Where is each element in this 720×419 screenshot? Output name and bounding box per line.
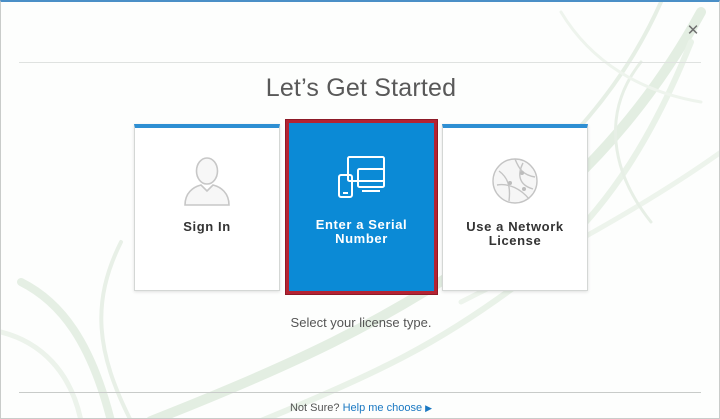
user-silhouette-icon — [184, 157, 230, 206]
license-dialog: ✕ Let’s Get Started Sign In Enter a Seri… — [0, 0, 720, 419]
sign-in-label: Sign In — [183, 219, 231, 234]
network-license-card[interactable]: Use a Network License — [442, 124, 588, 291]
triangle-right-icon[interactable]: ▶ — [425, 403, 432, 414]
sign-in-card[interactable]: Sign In — [134, 124, 280, 291]
footer: Not Sure? Help me choose ▶ — [1, 402, 719, 414]
help-me-choose-link[interactable]: Help me choose — [343, 402, 423, 414]
license-type-prompt: Select your license type. — [290, 315, 432, 330]
bottom-divider — [19, 392, 701, 393]
dialog-title: Let’s Get Started — [265, 74, 457, 102]
not-sure-text: Not Sure? — [289, 402, 340, 414]
close-button[interactable]: ✕ — [685, 22, 701, 38]
serial-number-label: Enter a Serial Number — [315, 217, 408, 246]
network-license-label: Use a Network License — [466, 219, 564, 248]
close-icon: ✕ — [686, 21, 700, 39]
network-globe-icon — [492, 158, 538, 204]
top-divider — [19, 62, 701, 63]
devices-icon — [337, 156, 385, 198]
serial-number-card[interactable]: Enter a Serial Number — [286, 120, 437, 294]
